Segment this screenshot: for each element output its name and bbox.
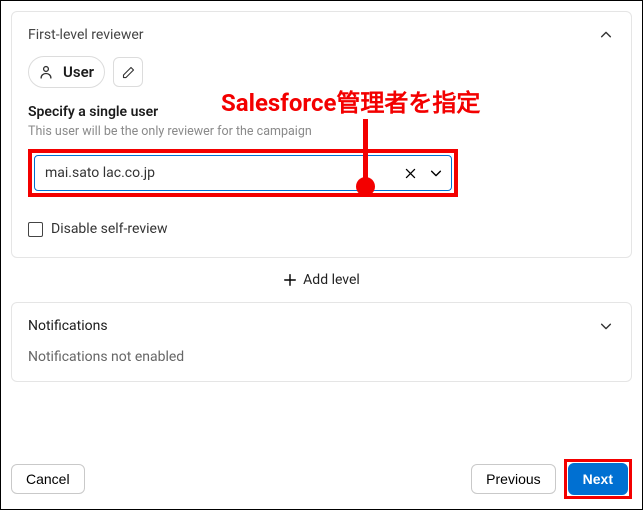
chevron-down-icon bbox=[599, 319, 613, 333]
reviewer-panel-header: First-level reviewer bbox=[28, 26, 615, 44]
notifications-expand-button[interactable] bbox=[597, 317, 615, 335]
add-level-button[interactable]: Add level bbox=[11, 272, 632, 288]
disable-self-review-row: Disable self-review bbox=[28, 221, 615, 237]
user-pill[interactable]: User bbox=[28, 56, 105, 88]
add-level-label: Add level bbox=[303, 272, 360, 288]
user-combobox-actions bbox=[404, 166, 443, 180]
user-combobox-value: mai.sato lac.co.jp bbox=[45, 165, 404, 181]
chevron-up-icon bbox=[599, 28, 613, 42]
single-user-label: Specify a single user bbox=[28, 104, 615, 120]
user-combobox[interactable]: mai.sato lac.co.jp bbox=[34, 155, 452, 191]
edit-reviewer-type-button[interactable] bbox=[113, 57, 143, 87]
wizard-footer: Cancel Previous Next bbox=[11, 459, 632, 499]
collapse-button[interactable] bbox=[597, 26, 615, 44]
reviewer-panel: First-level reviewer User Specify a sing… bbox=[11, 11, 632, 258]
user-pill-label: User bbox=[63, 63, 94, 81]
next-button[interactable]: Next bbox=[568, 463, 628, 495]
user-combobox-highlight: mai.sato lac.co.jp bbox=[28, 149, 458, 197]
notifications-title: Notifications bbox=[28, 318, 108, 334]
dropdown-toggle-button[interactable] bbox=[429, 166, 443, 180]
pencil-icon bbox=[121, 65, 136, 80]
close-icon bbox=[404, 167, 417, 180]
notifications-panel: Notifications Notifications not enabled bbox=[11, 302, 632, 382]
clear-selection-button[interactable] bbox=[404, 167, 417, 180]
chevron-down-icon bbox=[429, 166, 443, 180]
user-icon bbox=[35, 61, 57, 83]
cancel-button[interactable]: Cancel bbox=[11, 464, 85, 494]
reviewer-type-row: User bbox=[28, 56, 615, 88]
disable-self-review-checkbox[interactable] bbox=[28, 222, 43, 237]
single-user-help: This user will be the only reviewer for … bbox=[28, 124, 615, 139]
plus-icon bbox=[283, 273, 297, 287]
previous-button[interactable]: Previous bbox=[471, 464, 555, 494]
notifications-status: Notifications not enabled bbox=[28, 349, 615, 365]
notifications-header: Notifications bbox=[28, 317, 615, 335]
next-button-highlight: Next bbox=[564, 459, 632, 499]
reviewer-panel-title: First-level reviewer bbox=[28, 27, 144, 43]
disable-self-review-label: Disable self-review bbox=[51, 221, 167, 237]
